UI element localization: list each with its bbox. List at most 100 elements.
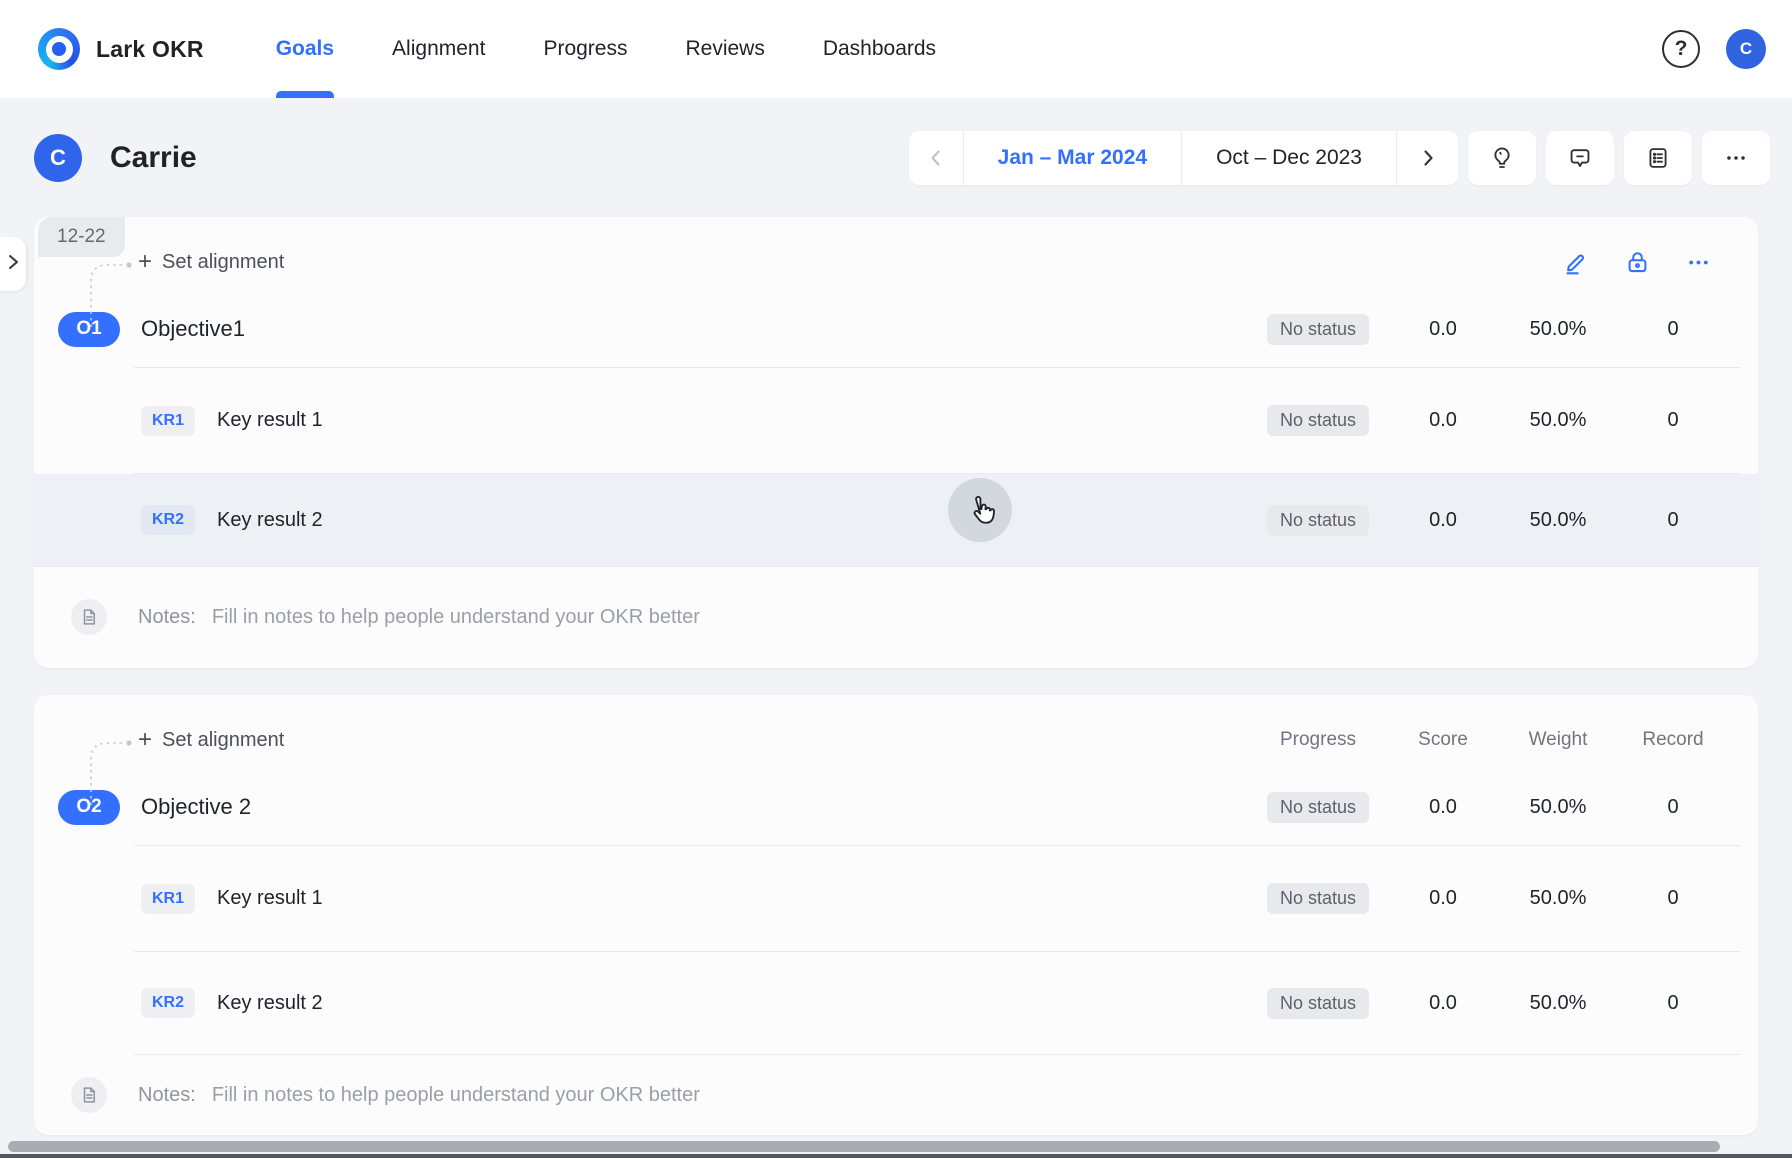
kr-title[interactable]: Key result 2 (217, 992, 323, 1015)
list-document-icon (1645, 145, 1671, 171)
record-value[interactable]: 0 (1618, 509, 1728, 532)
kr-title[interactable]: Key result 1 (217, 887, 323, 910)
period-next-button[interactable] (1396, 131, 1458, 185)
status-badge[interactable]: No status (1267, 792, 1369, 823)
weight-value[interactable]: 50.0% (1498, 318, 1618, 341)
key-result-row[interactable]: KR2 Key result 2 No status 0.0 50.0% 0 (34, 952, 1758, 1054)
weight-value[interactable]: 50.0% (1498, 887, 1618, 910)
period-tab-jan-mar-2024[interactable]: Jan – Mar 2024 (963, 131, 1181, 185)
notes-input-placeholder[interactable]: Fill in notes to help people understand … (212, 1084, 700, 1107)
column-header-score: Score (1388, 729, 1498, 751)
objective-more-button[interactable] (1685, 249, 1712, 276)
score-value[interactable]: 0.0 (1388, 992, 1498, 1015)
chevron-right-icon (1418, 148, 1438, 168)
lark-okr-logo-icon (38, 28, 80, 70)
ellipsis-icon (1723, 145, 1749, 171)
period-prev-button[interactable] (909, 131, 963, 185)
objective-row: O2 Objective 2 No status 0.0 50.0% 0 (34, 769, 1758, 845)
nav-tab-alignment[interactable]: Alignment (392, 0, 485, 98)
kr-metrics: No status 0.0 50.0% 0 (1248, 505, 1728, 536)
objective-badge[interactable]: O2 (58, 790, 120, 825)
notes-input-placeholder[interactable]: Fill in notes to help people understand … (212, 606, 700, 629)
set-alignment-label: Set alignment (162, 251, 284, 274)
plus-icon: + (138, 728, 152, 752)
header-more-button[interactable] (1702, 131, 1770, 185)
kr-title[interactable]: Key result 1 (217, 409, 323, 432)
kr-badge[interactable]: KR2 (141, 988, 195, 1018)
objective-card-2: + Set alignment Progress Score Weight Re… (34, 695, 1758, 1135)
set-alignment-button[interactable]: + Set alignment (138, 728, 284, 752)
status-badge[interactable]: No status (1267, 988, 1369, 1019)
record-value[interactable]: 0 (1618, 318, 1728, 341)
weight-value[interactable]: 50.0% (1498, 409, 1618, 432)
objective-metrics: No status 0.0 50.0% 0 (1248, 314, 1728, 345)
period-selector: Jan – Mar 2024 Oct – Dec 2023 (909, 131, 1458, 185)
notes-document-icon (71, 599, 107, 635)
lock-button[interactable] (1624, 249, 1651, 276)
objective-card-1: 12-22 + Set alignment (34, 217, 1758, 668)
status-badge[interactable]: No status (1267, 505, 1369, 536)
objective-toolbar (1563, 249, 1712, 276)
edit-button[interactable] (1563, 249, 1590, 276)
score-value[interactable]: 0.0 (1388, 887, 1498, 910)
metric-column-headers: Progress Score Weight Record (1248, 729, 1728, 751)
report-button[interactable] (1624, 131, 1692, 185)
primary-nav: Goals Alignment Progress Reviews Dashboa… (276, 0, 936, 98)
okr-list: 12-22 + Set alignment (0, 217, 1792, 1135)
user-avatar[interactable]: C (1726, 29, 1766, 69)
column-header-record: Record (1618, 729, 1728, 751)
set-alignment-button[interactable]: + Set alignment (138, 250, 284, 274)
lark-okr-app: Lark OKR Goals Alignment Progress Review… (0, 0, 1792, 1158)
status-badge[interactable]: No status (1267, 314, 1369, 345)
weight-value[interactable]: 50.0% (1498, 796, 1618, 819)
period-tab-oct-dec-2023[interactable]: Oct – Dec 2023 (1181, 131, 1396, 185)
score-value[interactable]: 0.0 (1388, 318, 1498, 341)
notes-document-icon (71, 1077, 107, 1113)
objective-badge[interactable]: O1 (58, 312, 120, 347)
weight-value[interactable]: 50.0% (1498, 992, 1618, 1015)
score-value[interactable]: 0.0 (1388, 509, 1498, 532)
comments-button[interactable] (1546, 131, 1614, 185)
kr-badge[interactable]: KR2 (141, 505, 195, 535)
tips-button[interactable] (1468, 131, 1536, 185)
key-result-row-hovered[interactable]: KR2 Key result 2 No status 0.0 50.0% 0 (34, 474, 1758, 566)
record-value[interactable]: 0 (1618, 796, 1728, 819)
kr-metrics: No status 0.0 50.0% 0 (1248, 883, 1728, 914)
notes-label: Notes: (138, 606, 196, 629)
record-value[interactable]: 0 (1618, 887, 1728, 910)
nav-tab-goals[interactable]: Goals (276, 0, 334, 98)
nav-tab-dashboards[interactable]: Dashboards (823, 0, 936, 98)
column-header-progress: Progress (1248, 729, 1388, 751)
key-result-row[interactable]: KR1 Key result 1 No status 0.0 50.0% 0 (34, 846, 1758, 951)
status-badge[interactable]: No status (1267, 883, 1369, 914)
score-value[interactable]: 0.0 (1388, 409, 1498, 432)
lightbulb-icon (1489, 145, 1515, 171)
status-badge[interactable]: No status (1267, 405, 1369, 436)
objective-title[interactable]: Objective 2 (141, 794, 251, 820)
score-value[interactable]: 0.0 (1388, 796, 1498, 819)
key-result-row[interactable]: KR1 Key result 1 No status 0.0 50.0% 0 (34, 368, 1758, 473)
horizontal-scrollbar[interactable] (8, 1141, 1720, 1152)
weight-value[interactable]: 50.0% (1498, 509, 1618, 532)
record-value[interactable]: 0 (1618, 992, 1728, 1015)
notes-row: Notes: Fill in notes to help people unde… (34, 567, 1758, 667)
notes-label: Notes: (138, 1084, 196, 1107)
owner-name: Carrie (110, 141, 197, 175)
kr-title[interactable]: Key result 2 (217, 509, 323, 532)
kr-badge[interactable]: KR1 (141, 406, 195, 436)
help-icon[interactable]: ? (1662, 30, 1700, 68)
plus-icon: + (138, 250, 152, 274)
kr-metrics: No status 0.0 50.0% 0 (1248, 988, 1728, 1019)
objective-title[interactable]: Objective1 (141, 316, 245, 342)
owner-avatar: C (34, 134, 82, 182)
kr-metrics: No status 0.0 50.0% 0 (1248, 405, 1728, 436)
chevron-left-icon (926, 148, 946, 168)
record-value[interactable]: 0 (1618, 409, 1728, 432)
nav-tab-progress[interactable]: Progress (543, 0, 627, 98)
kr-badge[interactable]: KR1 (141, 884, 195, 914)
objective-row: O1 Objective1 No status 0.0 50.0% 0 (34, 291, 1758, 367)
date-range-tag: 12-22 (38, 217, 125, 257)
nav-tab-reviews[interactable]: Reviews (685, 0, 764, 98)
expand-sidebar-tab[interactable] (0, 237, 26, 291)
window-bottom-edge (0, 1154, 1792, 1158)
